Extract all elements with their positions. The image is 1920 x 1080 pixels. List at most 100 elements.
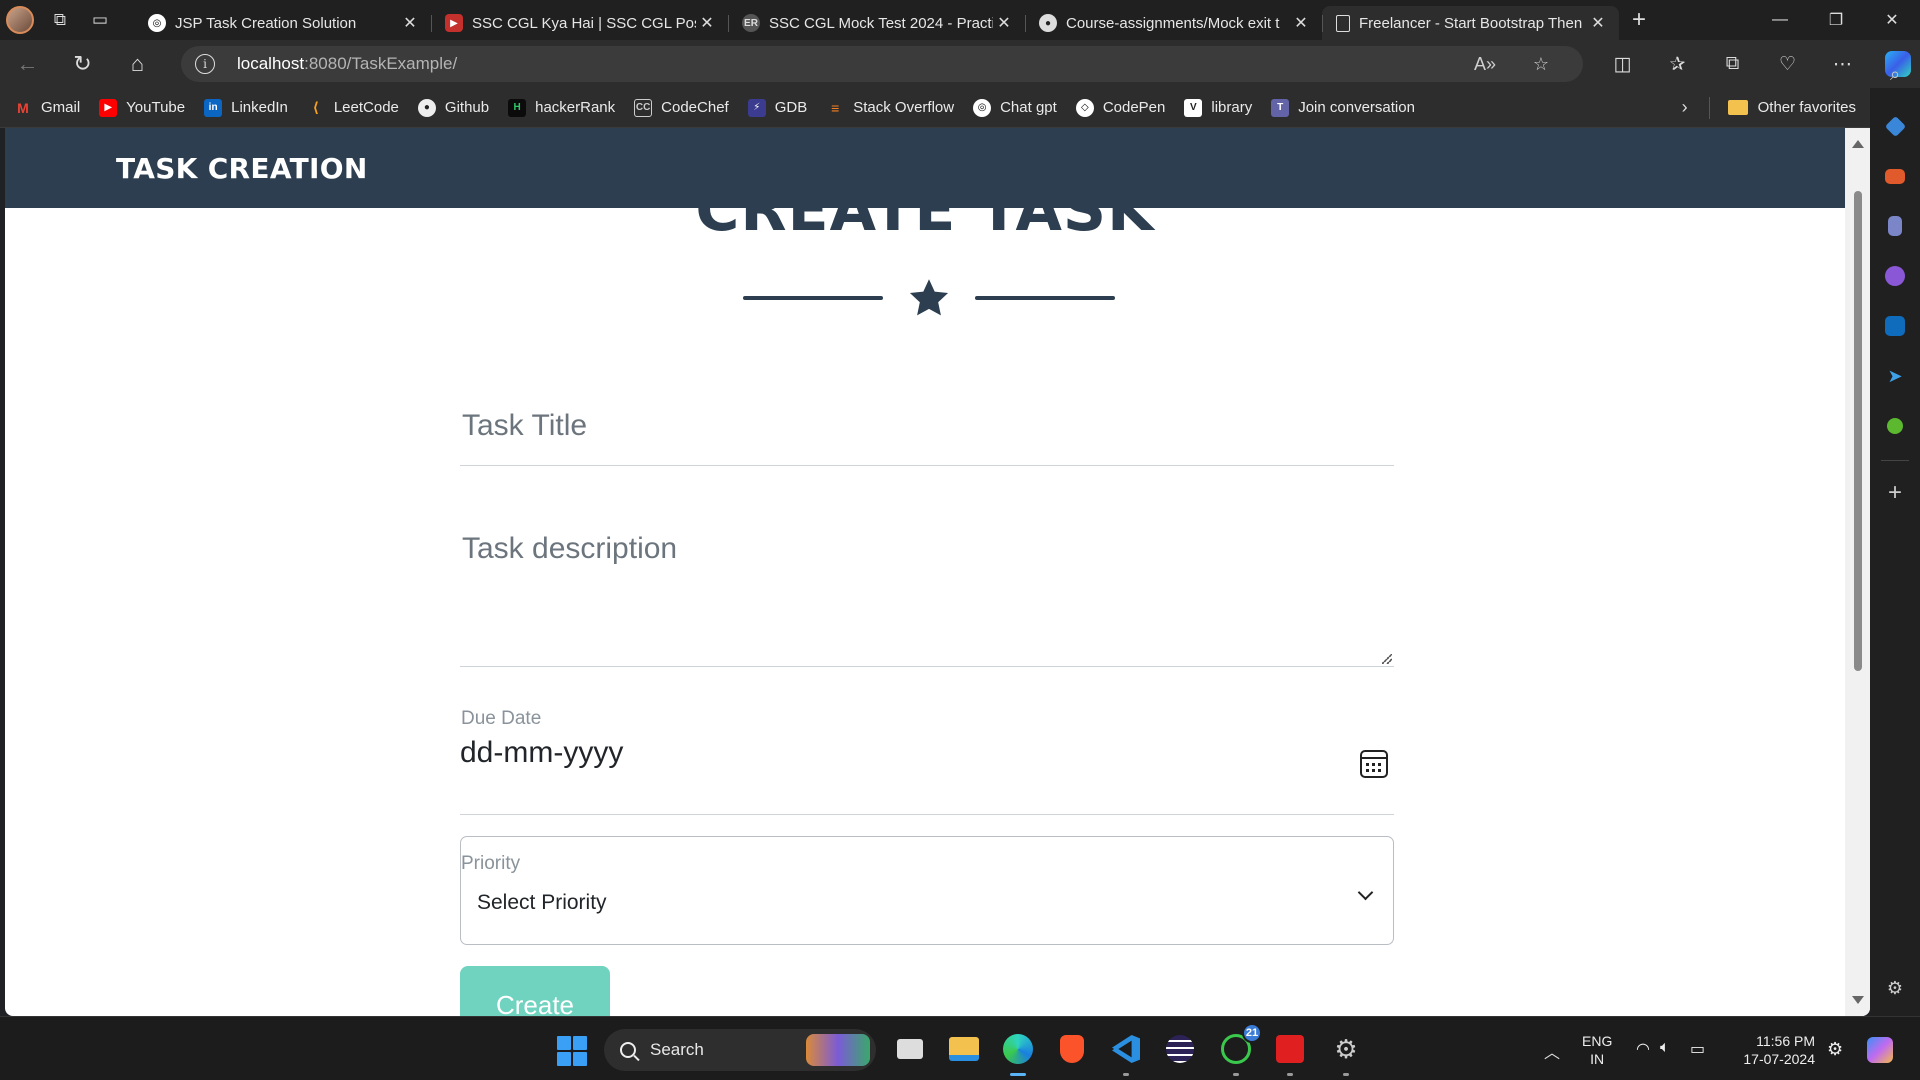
settings-gear-icon[interactable]: ⚙	[1877, 970, 1913, 1006]
whatsapp-icon[interactable]: 21	[1216, 1023, 1262, 1076]
workspaces-icon[interactable]: ⧉	[40, 0, 80, 40]
favorite-star-icon[interactable]: ☆	[1513, 54, 1569, 75]
scroll-thumb[interactable]	[1854, 191, 1862, 671]
favorite-gmail[interactable]: M Gmail	[14, 92, 90, 124]
copilot-icon[interactable]	[1867, 1037, 1893, 1063]
scroll-up-arrow-icon[interactable]	[1852, 140, 1864, 148]
site-navbar: TASK CREATION	[5, 128, 1845, 208]
acrobat-icon[interactable]	[1270, 1029, 1310, 1076]
games-icon[interactable]	[1877, 208, 1913, 244]
favorite-chatgpt[interactable]: ◎ Chat gpt	[973, 92, 1067, 124]
url-field[interactable]: i localhost:8080/TaskExample/ A» ☆	[181, 46, 1583, 82]
task-description-field	[460, 510, 1394, 667]
outlook-icon[interactable]	[1877, 308, 1913, 344]
due-date-input[interactable]: dd-mm-yyyy	[460, 736, 623, 770]
site-info-icon[interactable]: i	[195, 54, 215, 74]
due-date-field[interactable]: Due Date dd-mm-yyyy	[460, 708, 1394, 815]
favorite-youtube[interactable]: ▶ YouTube	[99, 92, 195, 124]
page-icon	[1336, 14, 1350, 32]
tab-close-icon[interactable]: ✕	[1290, 13, 1312, 33]
github-icon: ●	[1039, 14, 1057, 32]
codepen-icon: ◇	[1075, 98, 1094, 117]
edge-sidebar: ⌕ ➤ + ⚙	[1870, 64, 1920, 1016]
shopping-tag-icon[interactable]	[1877, 108, 1913, 144]
gmail-icon: M	[17, 99, 29, 116]
other-favorites-folder[interactable]: Other favorites	[1708, 96, 1870, 119]
taskbar-search[interactable]: Search	[604, 1029, 876, 1071]
back-button[interactable]: ←	[0, 40, 55, 88]
priority-select[interactable]: Priority Select Priority	[460, 836, 1394, 945]
tools-briefcase-icon[interactable]	[1877, 158, 1913, 194]
favorite-codepen[interactable]: ◇ CodePen	[1075, 92, 1176, 124]
eclipse-icon[interactable]	[1160, 1029, 1200, 1069]
favorite-leetcode[interactable]: ⟨ LeetCode	[307, 92, 409, 124]
favorites-icon[interactable]: ✰	[1650, 40, 1705, 88]
tab-close-icon[interactable]: ✕	[1587, 13, 1609, 33]
system-clock[interactable]: 11:56 PM 17-07-2024	[1735, 1032, 1815, 1068]
split-screen-icon[interactable]: ◫	[1595, 40, 1650, 88]
favorite-join-conversation[interactable]: T Join conversation	[1271, 92, 1425, 124]
wifi-icon[interactable]: ◠	[1636, 1039, 1650, 1059]
more-menu-icon[interactable]: ⋯	[1815, 40, 1870, 88]
url-path: :8080/TaskExample/	[304, 54, 458, 73]
minimize-button[interactable]: —	[1752, 0, 1808, 40]
settings-gear-icon[interactable]: ⚙	[1326, 1029, 1366, 1076]
task-description-input[interactable]	[462, 532, 1392, 664]
tab-jsp-task[interactable]: ◎ JSP Task Creation Solution ✕	[134, 6, 431, 40]
home-button[interactable]: ⌂	[110, 40, 165, 88]
vscode-icon[interactable]	[1106, 1029, 1146, 1076]
tab-freelancer-active[interactable]: Freelancer - Start Bootstrap Then ✕	[1322, 6, 1619, 40]
browser-essentials-icon[interactable]: ♡	[1760, 40, 1815, 88]
favorite-linkedin[interactable]: in LinkedIn	[204, 92, 298, 124]
favorite-stackoverflow[interactable]: ≡ Stack Overflow	[826, 92, 964, 124]
tab-ssc-mock-test[interactable]: ER SSC CGL Mock Test 2024 - Practic ✕	[728, 6, 1025, 40]
file-explorer-icon[interactable]	[944, 1029, 984, 1069]
create-button[interactable]: Create	[460, 966, 610, 1016]
volume-icon[interactable]: 🔈︎	[1660, 1039, 1670, 1057]
tab-close-icon[interactable]: ✕	[696, 13, 718, 33]
tray-overflow-chevron-icon[interactable]: ︿	[1544, 1039, 1560, 1063]
scroll-down-arrow-icon[interactable]	[1852, 996, 1864, 1004]
read-aloud-icon[interactable]: A»	[1457, 54, 1513, 75]
brave-browser-icon[interactable]	[1052, 1029, 1092, 1069]
codechef-icon: CC	[634, 98, 653, 117]
notification-settings-icon[interactable]: ⚙	[1827, 1039, 1843, 1060]
favorite-hackerrank[interactable]: HhackerRank	[508, 92, 625, 124]
tab-close-icon[interactable]: ✕	[993, 13, 1015, 33]
search-icon[interactable]: ⌕	[1877, 54, 1913, 94]
favorite-codechef[interactable]: CC CodeChef	[634, 92, 739, 124]
favorite-gdb[interactable]: ⚡ GDB	[747, 92, 818, 124]
collections-icon[interactable]: ⧉	[1705, 40, 1760, 88]
refresh-button[interactable]: ↻	[55, 40, 110, 88]
address-bar-row: ← ↻ ⌂ i localhost:8080/TaskExample/ A» ☆…	[0, 40, 1920, 88]
close-window-button[interactable]: ✕	[1864, 0, 1920, 40]
navbar-brand[interactable]: TASK CREATION	[116, 152, 368, 185]
favorites-overflow-chevron-icon[interactable]: ›	[1661, 97, 1709, 118]
battery-icon[interactable]: ▭	[1690, 1039, 1705, 1059]
task-view-icon[interactable]	[890, 1029, 930, 1069]
tab-title: Course-assignments/Mock exit t	[1066, 14, 1280, 32]
start-windows-icon[interactable]	[557, 1036, 587, 1066]
restore-button[interactable]: ❐	[1808, 0, 1864, 40]
language-indicator[interactable]: ENG IN	[1582, 1032, 1612, 1068]
profile-button[interactable]	[0, 0, 40, 40]
resize-handle-icon[interactable]	[1382, 654, 1392, 664]
tab-title: JSP Task Creation Solution	[175, 14, 357, 32]
tab-course-assignments[interactable]: ● Course-assignments/Mock exit t ✕	[1025, 6, 1322, 40]
page-scrollbar[interactable]	[1845, 128, 1870, 1016]
notification-badge: 21	[1242, 1023, 1262, 1043]
tree-icon[interactable]	[1877, 408, 1913, 444]
edge-browser-icon[interactable]	[998, 1029, 1038, 1076]
favorite-library[interactable]: Vlibrary	[1184, 92, 1262, 124]
copilot-sidebar-icon[interactable]	[1877, 258, 1913, 294]
tab-close-icon[interactable]: ✕	[399, 13, 421, 33]
gdb-icon: ⚡	[747, 98, 766, 117]
task-title-input[interactable]	[462, 406, 1392, 446]
calendar-icon[interactable]	[1360, 750, 1388, 778]
send-icon[interactable]: ➤	[1877, 358, 1913, 394]
add-icon[interactable]: +	[1877, 475, 1913, 511]
tab-actions-icon[interactable]: ▭	[80, 0, 120, 40]
tab-ssc-cgl-kya-hai[interactable]: ▶ SSC CGL Kya Hai | SSC CGL Post D ✕	[431, 6, 728, 40]
new-tab-button[interactable]: +	[1619, 0, 1659, 40]
favorite-github[interactable]: ● Github	[417, 92, 499, 124]
